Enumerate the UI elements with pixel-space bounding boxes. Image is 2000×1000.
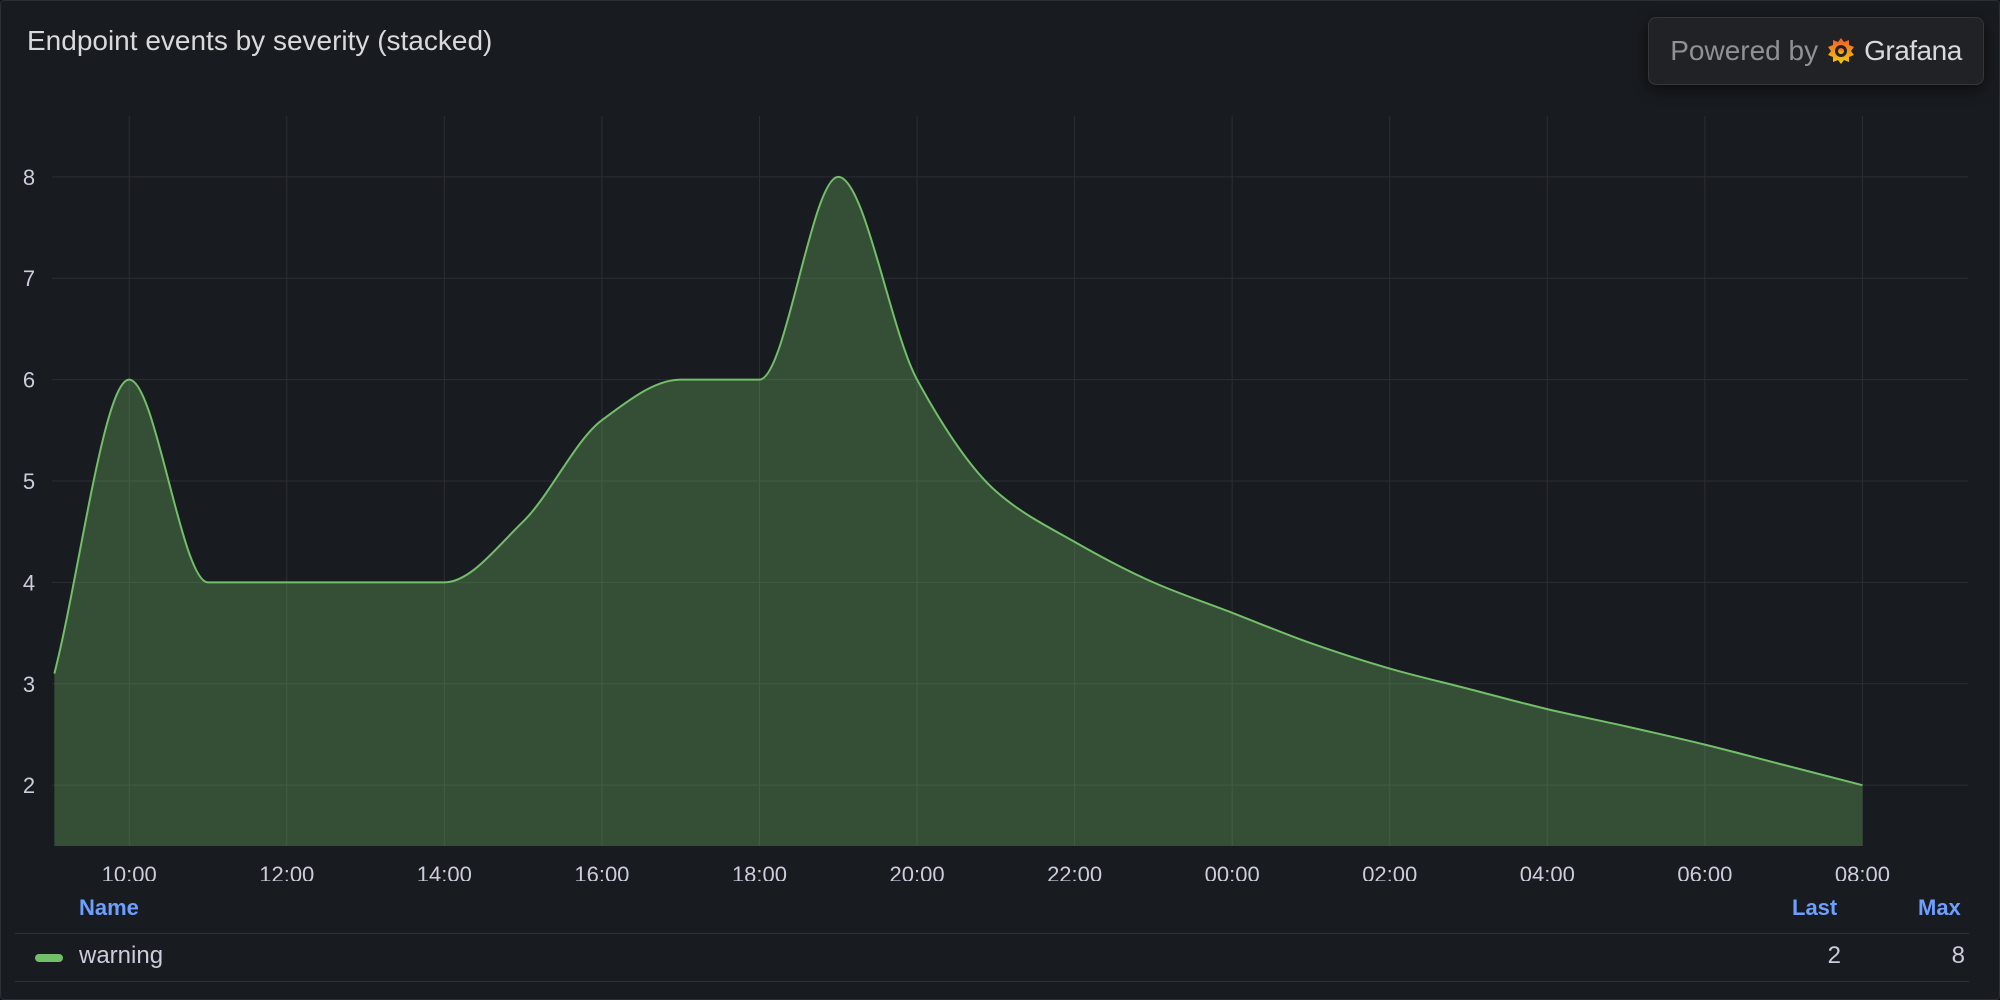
legend-divider [15,933,1969,934]
x-tick-label: 00:00 [1205,862,1260,881]
series-area-warning [54,176,1863,846]
x-tick-label: 22:00 [1047,862,1102,881]
y-tick-label: 4 [23,570,35,595]
legend-header-max[interactable]: Max [1918,895,1961,921]
x-tick-label: 20:00 [890,862,945,881]
panel: Endpoint events by severity (stacked) Po… [0,0,2000,1000]
y-tick-label: 2 [23,773,35,798]
y-tick-label: 5 [23,469,35,494]
legend-header-name[interactable]: Name [79,895,139,921]
x-tick-label: 12:00 [259,862,314,881]
y-tick-label: 6 [23,368,35,393]
x-tick-label: 14:00 [417,862,472,881]
legend-series-last: 2 [1827,942,1841,969]
x-tick-label: 02:00 [1362,862,1417,881]
y-tick-label: 3 [23,672,35,697]
timeseries-chart[interactable]: 2 3 4 5 6 7 8 10:00 12:00 14:00 16:00 18:00 20:00 22:… [1,1,2000,881]
legend-header-last[interactable]: Last [1792,895,1837,921]
x-tick-label: 16:00 [574,862,629,881]
legend-bottom-divider [15,981,1969,982]
legend-series-name[interactable]: warning [79,942,163,970]
x-tick-label: 08:00 [1835,862,1890,881]
x-tick-label: 10:00 [102,862,157,881]
y-tick-label: 8 [23,165,35,190]
legend-series-max: 8 [1951,942,1965,969]
legend-series-color[interactable] [35,954,63,962]
x-tick-label: 04:00 [1520,862,1575,881]
x-tick-label: 18:00 [732,862,787,881]
x-tick-label: 06:00 [1677,862,1732,881]
y-tick-label: 7 [23,266,35,291]
